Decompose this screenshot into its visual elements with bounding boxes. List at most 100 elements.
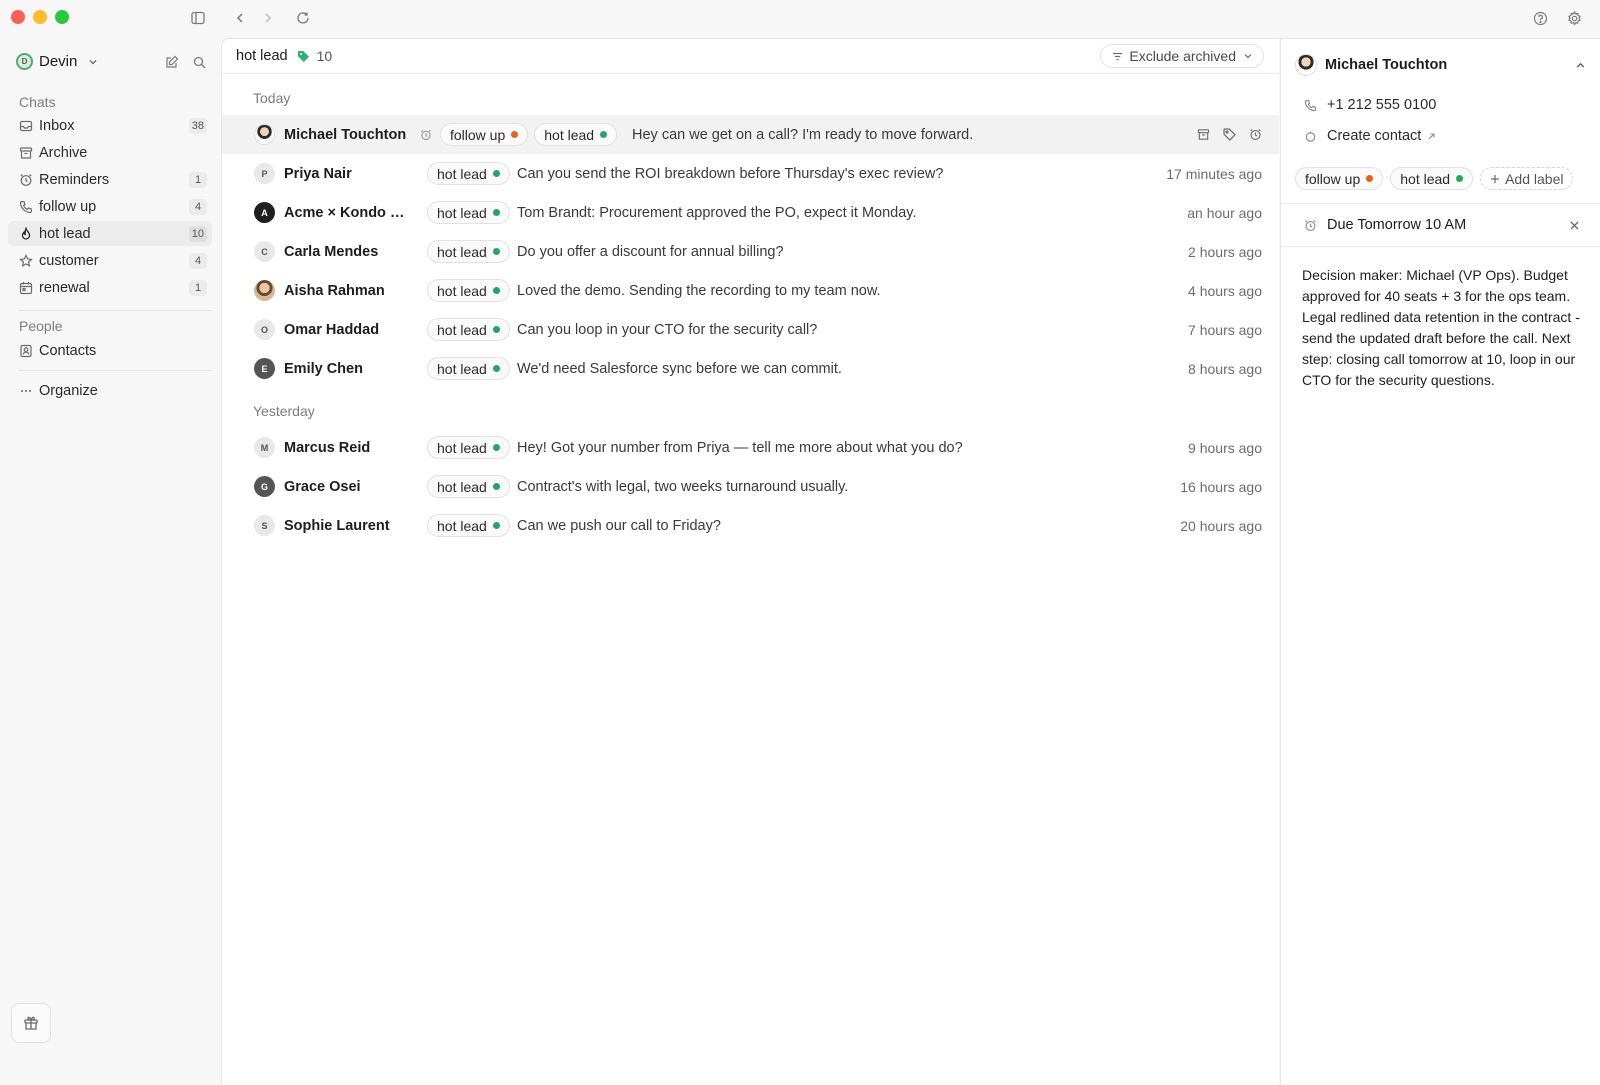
- label-dot: [492, 483, 500, 490]
- chevron-down-icon: [1242, 51, 1253, 62]
- back-icon[interactable]: [231, 9, 249, 27]
- label-pill-hot-lead[interactable]: hot lead: [427, 475, 510, 498]
- chevron-down-icon: [87, 56, 99, 68]
- phone-icon: [1303, 98, 1317, 112]
- conversation-row[interactable]: P Priya Nair hot lead Can you send the R…: [222, 154, 1279, 193]
- contacts-icon: [19, 344, 33, 358]
- reminder-row[interactable]: Due Tomorrow 10 AM: [1303, 217, 1466, 233]
- list-header: hot lead 10 Exclude archived: [222, 39, 1279, 74]
- row-labels: hot lead: [427, 514, 510, 537]
- contact-name: Carla Mendes: [284, 243, 379, 260]
- avatar: [254, 124, 275, 145]
- label-pill-hot-lead[interactable]: hot lead: [427, 436, 510, 459]
- label-pill-hot-lead[interactable]: hot lead: [427, 357, 510, 380]
- help-icon[interactable]: [1531, 9, 1549, 27]
- chevron-up-icon[interactable]: [1574, 59, 1586, 71]
- label-text: hot lead: [544, 126, 595, 143]
- row-labels: hot lead: [427, 201, 510, 224]
- conversation-row[interactable]: A Acme × Kondo — d... hot lead Tom Brand…: [222, 193, 1279, 232]
- count-badge: 1: [189, 172, 207, 188]
- sidebar-item-label: follow up: [39, 198, 97, 215]
- row-labels: hot lead: [427, 318, 510, 341]
- conversation-row[interactable]: Aisha Rahman hot lead Loved the demo. Se…: [222, 271, 1279, 310]
- alarm-icon[interactable]: [1248, 128, 1262, 142]
- label-dot: [600, 131, 608, 138]
- label-pill-follow-up[interactable]: follow up: [1295, 167, 1384, 190]
- settings-icon[interactable]: [1565, 9, 1583, 27]
- row-labels: follow up hot lead: [440, 123, 618, 146]
- timestamp: 2 hours ago: [1188, 243, 1262, 260]
- conversation-row[interactable]: G Grace Osei hot lead Contract's with le…: [222, 467, 1279, 506]
- label-text: follow up: [1305, 170, 1361, 187]
- row-labels: hot lead: [427, 357, 510, 380]
- sidebar-toggle-icon[interactable]: [189, 9, 207, 27]
- label-dot: [492, 444, 500, 451]
- label-pill-hot-lead[interactable]: hot lead: [534, 123, 618, 146]
- contact-name: Omar Haddad: [284, 321, 380, 338]
- forward-icon[interactable]: [259, 9, 277, 27]
- timestamp: an hour ago: [1187, 204, 1262, 221]
- avatar: S: [254, 515, 275, 536]
- sidebar-item-archive[interactable]: Archive: [8, 140, 212, 165]
- archive-icon[interactable]: [1196, 128, 1210, 142]
- label-pill-hot-lead[interactable]: hot lead: [427, 162, 510, 185]
- gift-button[interactable]: [11, 1003, 51, 1043]
- refresh-icon[interactable]: [294, 9, 312, 27]
- sidebar-item-label: renewal: [39, 279, 90, 296]
- minimize-window-button[interactable]: [33, 10, 47, 24]
- label-pill-hot-lead[interactable]: hot lead: [427, 318, 510, 341]
- conversation-row[interactable]: E Emily Chen hot lead We'd need Salesfor…: [222, 349, 1279, 388]
- label-pill-hot-lead[interactable]: hot lead: [427, 514, 510, 537]
- sidebar-divider: [18, 370, 212, 371]
- avatar: G: [254, 476, 275, 497]
- add-label-button[interactable]: Add label: [1480, 167, 1574, 190]
- create-contact-link[interactable]: Create contact: [1303, 128, 1436, 144]
- contact-notes[interactable]: Decision maker: Michael (VP Ops). Budget…: [1302, 265, 1587, 391]
- avatar: P: [254, 163, 275, 184]
- contact-add-icon: [1303, 129, 1317, 143]
- sidebar-item-hot-lead[interactable]: hot lead 10: [8, 221, 212, 246]
- sidebar-item-follow-up[interactable]: follow up 4: [8, 194, 212, 219]
- label-dot: [511, 131, 519, 138]
- close-icon[interactable]: [1568, 219, 1580, 231]
- sidebar-item-inbox[interactable]: Inbox 38: [8, 113, 212, 138]
- contact-name: Acme × Kondo — d...: [284, 204, 416, 221]
- phone-icon: [19, 200, 33, 214]
- tag-icon[interactable]: [1222, 128, 1236, 142]
- account-switcher[interactable]: D Devin: [16, 53, 99, 70]
- sidebar-item-organize[interactable]: Organize: [8, 378, 212, 403]
- exclude-archived-filter[interactable]: Exclude archived: [1100, 44, 1264, 68]
- timestamp: 17 minutes ago: [1166, 165, 1262, 182]
- conversation-row[interactable]: Michael Touchton follow up hot lead Hey …: [222, 115, 1279, 154]
- sidebar-item-renewal[interactable]: renewal 1: [8, 275, 212, 300]
- timestamp: 16 hours ago: [1180, 478, 1262, 495]
- conversation-row[interactable]: C Carla Mendes hot lead Do you offer a d…: [222, 232, 1279, 271]
- zoom-window-button[interactable]: [55, 10, 69, 24]
- sidebar-item-label: hot lead: [39, 225, 91, 242]
- compose-icon[interactable]: [163, 53, 181, 71]
- label-pill-hot-lead[interactable]: hot lead: [427, 201, 510, 224]
- phone-number: +1 212 555 0100: [1327, 97, 1437, 113]
- label-pill-follow-up[interactable]: follow up: [440, 123, 529, 146]
- search-icon[interactable]: [190, 53, 208, 71]
- label-dot: [492, 522, 500, 529]
- label-text: hot lead: [437, 321, 487, 338]
- sidebar-item-contacts[interactable]: Contacts: [8, 338, 212, 363]
- sidebar-item-customer[interactable]: customer 4: [8, 248, 212, 273]
- contact-labels: follow up hot lead Add label: [1295, 167, 1574, 190]
- label-pill-hot-lead[interactable]: hot lead: [1390, 167, 1474, 190]
- phone-row[interactable]: +1 212 555 0100: [1303, 97, 1436, 113]
- label-dot: [1366, 175, 1374, 182]
- close-window-button[interactable]: [11, 10, 25, 24]
- message-preview: Can you loop in your CTO for the securit…: [517, 321, 818, 338]
- label-dot: [1456, 175, 1464, 182]
- conversation-row[interactable]: O Omar Haddad hot lead Can you loop in y…: [222, 310, 1279, 349]
- label-text: hot lead: [437, 517, 487, 534]
- label-pill-hot-lead[interactable]: hot lead: [427, 279, 510, 302]
- conversation-row[interactable]: S Sophie Laurent hot lead Can we push ou…: [222, 506, 1279, 545]
- message-preview: Hey can we get on a call? I'm ready to m…: [632, 126, 974, 143]
- label-pill-hot-lead[interactable]: hot lead: [427, 240, 510, 263]
- conversation-row[interactable]: M Marcus Reid hot lead Hey! Got your num…: [222, 428, 1279, 467]
- archive-icon: [19, 146, 33, 160]
- sidebar-item-reminders[interactable]: Reminders 1: [8, 167, 212, 192]
